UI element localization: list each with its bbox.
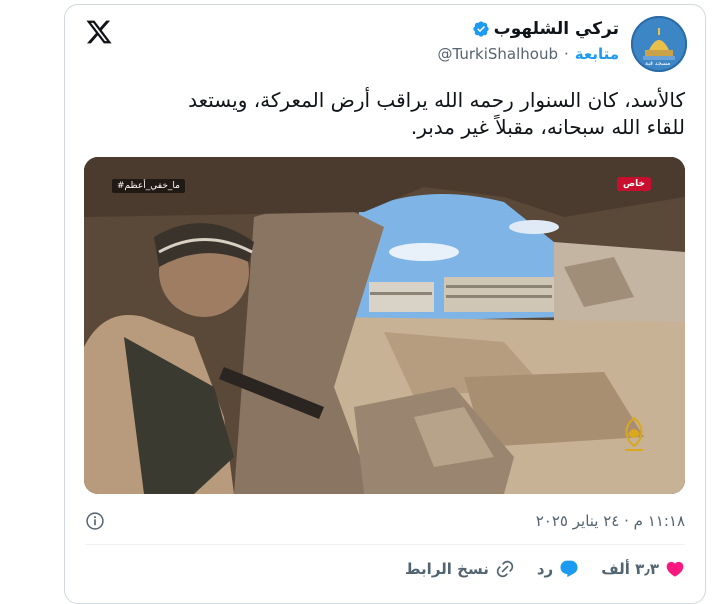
tweet-timestamp[interactable]: ١١:١٨ م · ٢٤ يناير ٢٠٢٥	[536, 512, 685, 530]
x-logo-icon[interactable]	[85, 18, 113, 46]
tweet-text-line-2: للقاء الله سبحانه، مقبلاً غير مدبر.	[410, 115, 685, 139]
tweet-text-line-1: كالأسد، كان السنوار رحمه الله يراقب أرض …	[188, 88, 685, 112]
hashtag-overlay: #ما_خفي_أعظم	[112, 179, 185, 193]
avatar-caption: مسجد قبة	[645, 60, 671, 67]
author-info: تركي الشلهوب متابعة · @TurkiShalhoub	[437, 19, 619, 63]
reply-button[interactable]: رد	[537, 559, 579, 579]
tweet-text: كالأسد، كان السنوار رحمه الله يراقب أرض …	[85, 87, 685, 141]
action-bar: ٣٫٣ ألف رد نسخ الرابط	[405, 557, 685, 581]
copy-link-label: نسخ الرابط	[404, 560, 489, 578]
heart-icon	[666, 561, 684, 577]
timestamp-row: ١١:١٨ م · ٢٤ يناير ٢٠٢٥	[85, 509, 685, 533]
divider	[85, 544, 685, 545]
reply-label: رد	[536, 560, 554, 578]
like-count: ٣٫٣ ألف	[601, 560, 659, 578]
link-icon	[496, 560, 514, 578]
handle[interactable]: @TurkiShalhoub	[437, 45, 558, 63]
like-button[interactable]: ٣٫٣ ألف	[601, 559, 685, 579]
info-icon[interactable]	[85, 511, 105, 531]
reply-bubble-icon	[560, 560, 578, 578]
tweet-media-image[interactable]: #ما_خفي_أعظم خاص	[84, 157, 685, 494]
avatar[interactable]: مسجد قبة	[631, 16, 687, 72]
display-name[interactable]: تركي الشلهوب	[494, 19, 619, 39]
exclusive-badge: خاص	[617, 177, 651, 191]
tweet-card[interactable]: مسجد قبة تركي الشلهوب متابعة · @TurkiSha…	[64, 4, 706, 604]
separator-dot: ·	[563, 45, 569, 63]
battlefield-scene-image	[84, 157, 685, 494]
follow-button[interactable]: متابعة	[575, 45, 619, 63]
aljazeera-logo-icon	[625, 416, 643, 451]
verified-badge-icon	[472, 21, 489, 37]
copy-link-button[interactable]: نسخ الرابط	[405, 559, 515, 579]
